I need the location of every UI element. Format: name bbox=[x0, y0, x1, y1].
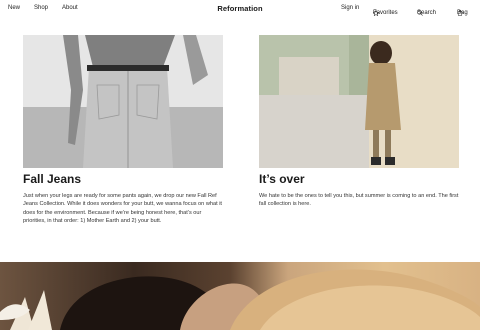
fall-jeans-image[interactable] bbox=[23, 35, 223, 168]
search-label: Search bbox=[417, 10, 437, 16]
brand-logo[interactable]: Reformation bbox=[0, 4, 480, 13]
fall-jeans-title[interactable]: Fall Jeans bbox=[23, 172, 81, 186]
top-navigation: New Shop About Reformation Sign in Favor… bbox=[0, 0, 480, 17]
its-over-description: We hate to be the ones to tell you this,… bbox=[259, 193, 459, 208]
hero-image[interactable] bbox=[0, 262, 480, 330]
its-over-title[interactable]: It’s over bbox=[259, 172, 305, 186]
its-over-image[interactable] bbox=[259, 35, 459, 168]
bag-label: Bag bbox=[457, 10, 468, 16]
favorites-label: Favorites bbox=[373, 10, 398, 16]
fall-jeans-description: Just when your legs are ready for some p… bbox=[23, 193, 222, 225]
sign-in-link[interactable]: Sign in bbox=[341, 5, 359, 12]
